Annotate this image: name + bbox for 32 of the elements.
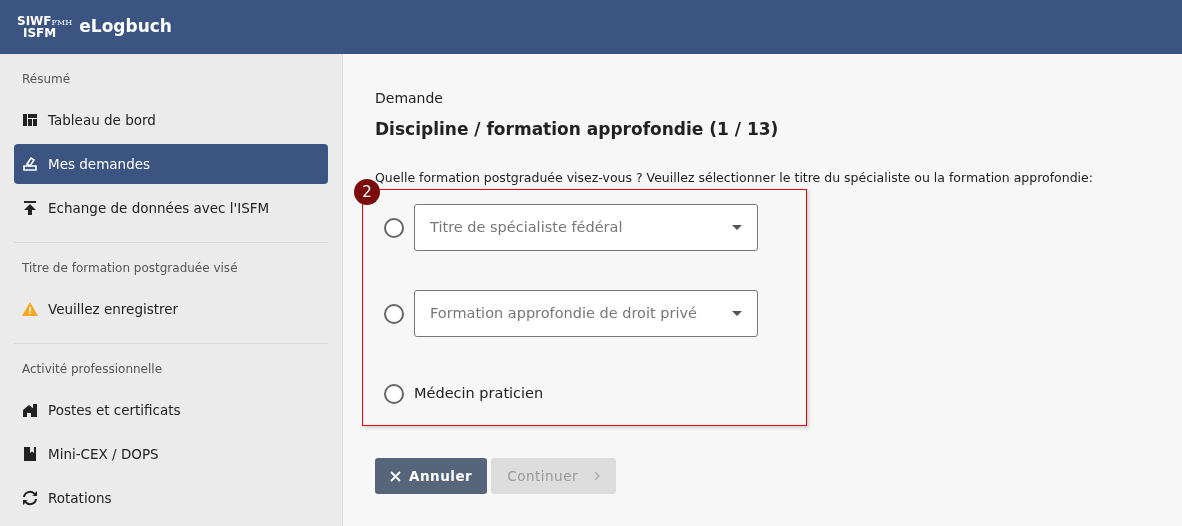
sidebar-item[interactable]: Mes demandes [14,144,328,184]
chevron-right-icon [594,471,600,481]
app-name: eLogbuch [79,15,172,39]
section-heading: Résumé [21,71,72,88]
option-label: Médecin praticien [414,384,544,404]
sidebar-item[interactable]: Veuillez enregistrer [14,289,328,329]
sidebar-item[interactable]: Rotations [14,478,328,518]
radio-button[interactable] [384,303,404,324]
logo: SIWFFMH ISFM [17,15,73,39]
dashboard-icon [22,112,38,128]
sidebar-item[interactable]: Echange de données avec l'ISFM [14,188,328,228]
sidebar-item[interactable]: Mini-CEX / DOPS [14,434,328,474]
ballot-icon [22,156,38,172]
caret-icon [732,225,742,231]
upload-icon [22,200,38,216]
sidebar-item[interactable]: Tableau de bord [14,100,328,140]
sidebar-item[interactable]: Postes et certificats [14,390,328,430]
book-icon [22,446,38,462]
warning-icon [22,302,38,316]
dropdown-field[interactable]: Formation approfondie de droit privé [414,290,758,338]
close-icon [390,470,401,482]
section-heading: Activité professionnelle [21,361,164,378]
radio-button[interactable] [384,217,404,238]
home-icon [22,402,38,418]
dropdown-field[interactable]: Titre de spécialiste fédéral [414,204,758,252]
page-title: Discipline / formation approfondie (1 / 13) [375,118,780,141]
section-label: Demande [375,89,444,108]
radio-button[interactable] [384,384,404,405]
cancel-button[interactable]: Annuler [375,458,488,494]
refresh-icon [22,490,38,506]
caret-icon [732,311,742,317]
section-heading: Titre de formation postgraduée visé [21,260,239,277]
